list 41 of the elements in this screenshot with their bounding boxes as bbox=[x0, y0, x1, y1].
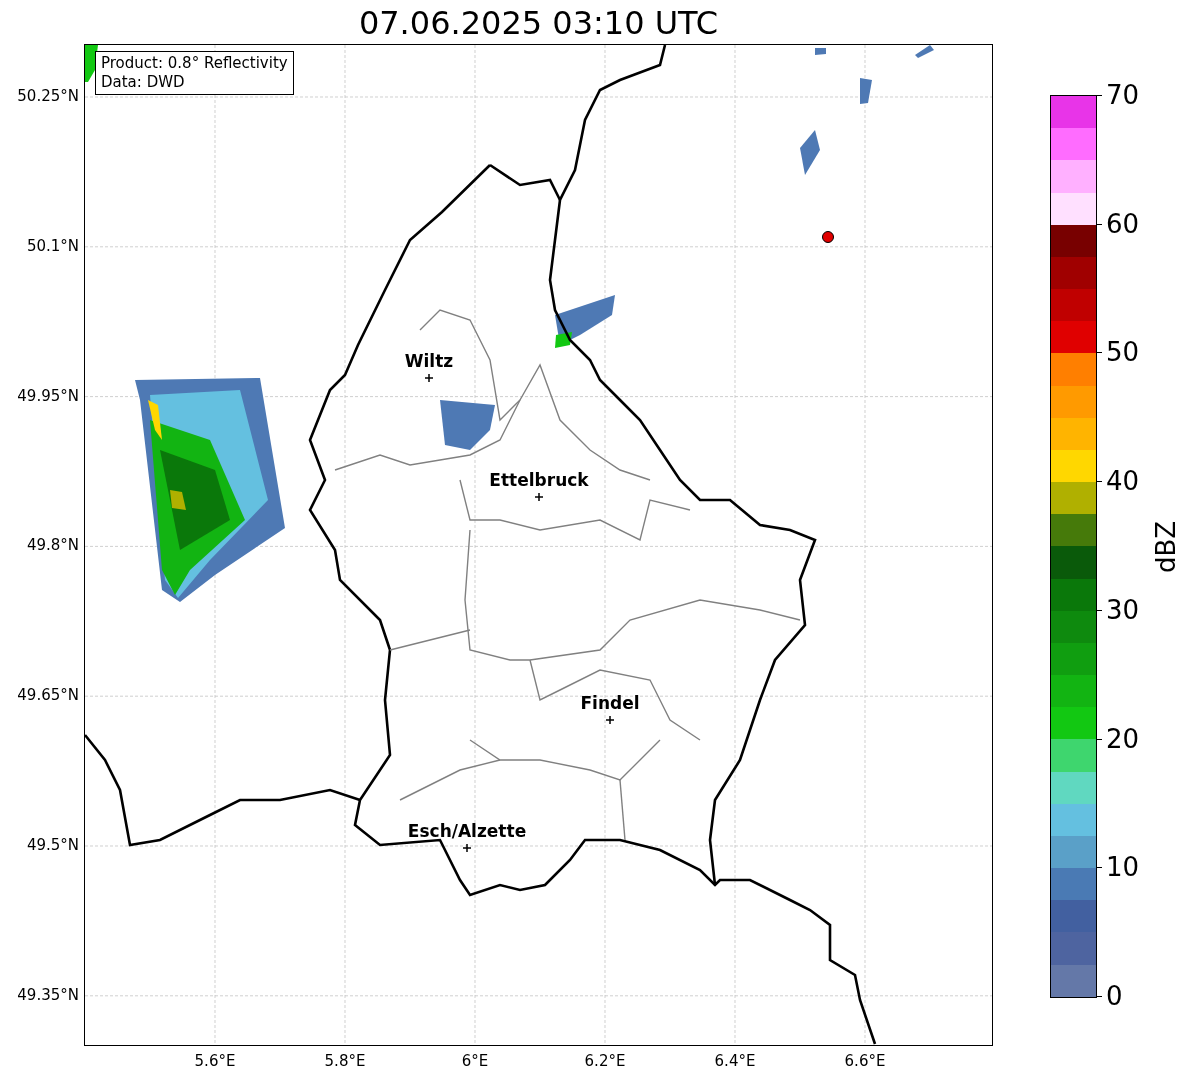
city-marker-icon bbox=[462, 843, 472, 853]
axis-tick-label: 5.8°E bbox=[324, 1052, 366, 1070]
radar-echo-drawing bbox=[915, 45, 934, 58]
axis-tick-label: 6.6°E bbox=[844, 1052, 886, 1070]
city-label: Esch/Alzette bbox=[407, 821, 527, 841]
axis-tick-label: 49.5°N bbox=[26, 836, 79, 854]
radar-echo-drawing bbox=[440, 400, 495, 450]
axis-tick-label: 5.6°E bbox=[194, 1052, 236, 1070]
city-marker-icon bbox=[605, 715, 615, 725]
colorbar-tick-label: 40 bbox=[1106, 465, 1140, 498]
axis-tick-label: 6.4°E bbox=[714, 1052, 756, 1070]
axis-tick-label: 6.2°E bbox=[584, 1052, 626, 1070]
radar-echo-drawing bbox=[815, 48, 826, 55]
city-label: Ettelbruck bbox=[489, 470, 589, 490]
axis-tick-label: 49.35°N bbox=[17, 985, 79, 1004]
colorbar-tick-label: 10 bbox=[1106, 851, 1140, 884]
radar-echo-drawing bbox=[85, 45, 98, 82]
info-text: Product: 0.8° Reflectivity bbox=[101, 54, 288, 73]
colorbar-tick-label: 30 bbox=[1106, 593, 1140, 626]
radar-echo-drawing bbox=[860, 78, 872, 104]
axis-tick-label: 50.1°N bbox=[26, 236, 79, 255]
colorbar-tick-label: 50 bbox=[1106, 336, 1140, 369]
axis-tick-label: 49.95°N bbox=[17, 386, 79, 405]
colorbar-tick-label: 70 bbox=[1106, 79, 1140, 111]
city-marker-icon bbox=[424, 373, 434, 383]
colorbar-tick-label: 60 bbox=[1106, 207, 1140, 240]
location-dot-icon bbox=[822, 231, 834, 243]
city-marker-icon bbox=[534, 492, 544, 502]
axis-tick-label: 49.65°N bbox=[17, 686, 79, 705]
axis-tick-label: 49.8°N bbox=[26, 536, 79, 555]
axis-tick-label: 6°E bbox=[461, 1052, 489, 1070]
radar-echo-drawing bbox=[555, 295, 615, 348]
chart-title: 07.06.2025 03:10 UTC bbox=[357, 4, 720, 42]
city-label: Wiltz bbox=[404, 351, 454, 371]
colorbar-tick-label: 0 bbox=[1106, 980, 1123, 1012]
colorbar-tick-label: 20 bbox=[1106, 722, 1140, 755]
axis-tick-label: 50.25°N bbox=[17, 87, 79, 105]
city-label: Findel bbox=[580, 693, 640, 713]
info-text: Data: DWD bbox=[101, 73, 186, 92]
colorbar-label: dBZ bbox=[1151, 520, 1182, 574]
radar-echo-drawing bbox=[800, 130, 820, 175]
